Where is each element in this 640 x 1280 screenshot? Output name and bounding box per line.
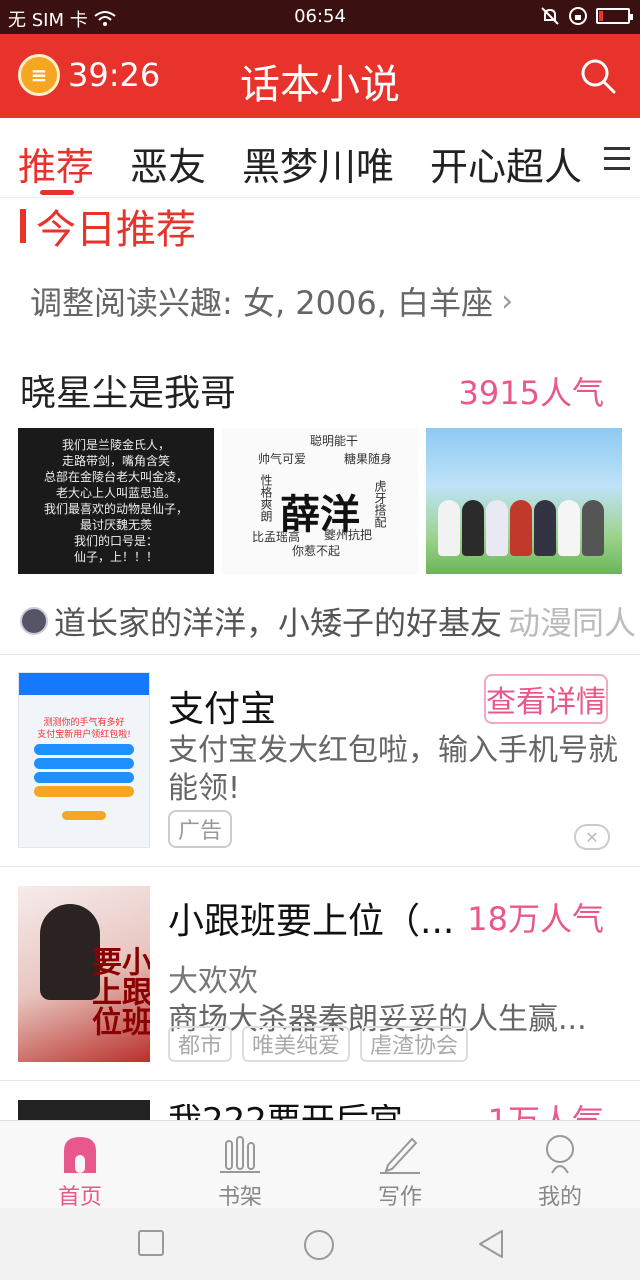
close-icon[interactable]: ✕	[574, 824, 610, 850]
next-book-cover[interactable]	[18, 1100, 150, 1120]
featured-title[interactable]: 晓星尘是我哥	[20, 364, 236, 416]
featured-image-word-cloud: 聪明能干 帅气可爱 糖果随身 虎牙搭配 比孟瑶高 夔州抗把 你惹不起 性格爽朗 …	[222, 428, 418, 574]
nav-profile[interactable]: 我的	[510, 1129, 610, 1211]
rotation-lock-icon	[569, 7, 587, 25]
book-cover[interactable]: 小跟班要上位	[18, 886, 150, 1062]
nav-label: 首页	[57, 1185, 102, 1210]
bottom-nav: 首页 书架 写作 我的	[0, 1120, 640, 1211]
divider	[0, 1080, 640, 1081]
back-icon[interactable]	[476, 1228, 506, 1260]
tab-item[interactable]: 恶友	[130, 136, 206, 191]
bookshelf-icon	[220, 1136, 260, 1173]
tag[interactable]: 唯美纯爱	[242, 1026, 351, 1062]
tab-recommend[interactable]: 推荐	[18, 136, 94, 191]
tab-item[interactable]: 开心超人	[430, 136, 582, 191]
recent-apps-icon[interactable]	[136, 1228, 166, 1258]
ad-image[interactable]: 测测你的手气有多好 支付宝新用户领红包啦!	[18, 672, 150, 848]
book-title[interactable]: 小跟班要上位（...	[168, 892, 454, 944]
app-header: ≡ 39:26 话本小说	[0, 34, 640, 118]
tab-menu-icon[interactable]	[594, 118, 640, 197]
nav-label: 写作	[377, 1185, 422, 1210]
status-bar: 无 SIM 卡 06:54	[0, 0, 640, 34]
divider	[0, 654, 640, 655]
tag[interactable]: 都市	[168, 1026, 233, 1062]
mute-bell-icon	[541, 7, 559, 25]
section-title: 今日推荐	[36, 207, 196, 253]
ad-description[interactable]: 支付宝发大红包啦，输入手机号就能领!	[168, 732, 624, 808]
avatar	[20, 607, 48, 635]
divider	[0, 866, 640, 867]
word: 糖果随身	[344, 452, 393, 466]
nav-label: 书架	[217, 1185, 262, 1210]
category-tabs: 推荐 恶友 黑梦川唯 开心超人	[0, 118, 640, 198]
pencil-icon	[380, 1137, 420, 1174]
book-popularity: 18万人气	[467, 900, 604, 938]
featured-image-text-card: 我们是兰陵金氏人， 走路带剑，嘴角含笑 总部在金陵台老大叫金凌， 老大心上人叫蓝…	[18, 428, 214, 574]
profile-icon	[546, 1135, 574, 1174]
featured-author-row[interactable]: 道长家的洋洋，小矮子的好基友 动漫同人	[20, 598, 636, 644]
featured-popularity: 3915人气	[458, 374, 604, 412]
status-right	[540, 6, 633, 26]
tag[interactable]: 虐渣协会	[360, 1026, 469, 1062]
app-title: 话本小说	[240, 62, 400, 108]
section-marker	[20, 209, 26, 243]
next-book-title[interactable]: 我222要开后宫	[168, 1104, 403, 1120]
active-tab-indicator	[40, 190, 74, 195]
battery-icon	[596, 8, 633, 24]
next-book-popularity: 1万人气	[488, 1104, 604, 1120]
book-cover-title: 小跟班要上位	[86, 946, 150, 1036]
home-icon	[64, 1137, 96, 1173]
featured-images[interactable]: 我们是兰陵金氏人， 走路带剑，嘴角含笑 总部在金陵台老大叫金凌， 老大心上人叫蓝…	[18, 428, 622, 574]
word-cloud-center: 薛洋	[280, 492, 360, 538]
system-nav-bar	[0, 1208, 640, 1280]
nav-label: 我的	[537, 1185, 582, 1210]
section-header: 今日推荐	[20, 202, 196, 253]
home-button-icon[interactable]	[302, 1228, 336, 1262]
nav-write[interactable]: 写作	[350, 1129, 450, 1211]
featured-category: 动漫同人	[508, 604, 637, 642]
ad-title[interactable]: 支付宝	[168, 680, 276, 732]
nav-home[interactable]: 首页	[30, 1129, 130, 1211]
featured-description: 道长家的洋洋，小矮子的好基友	[54, 604, 503, 642]
word: 虎牙搭配	[373, 480, 387, 528]
nav-bookshelf[interactable]: 书架	[190, 1129, 290, 1211]
ad-image-text: 测测你的手气有多好 支付宝新用户领红包啦!	[37, 718, 131, 740]
word: 你惹不起	[292, 544, 341, 558]
word: 聪明能干	[310, 434, 359, 448]
ad-badge: 广告	[168, 810, 233, 848]
tab-item[interactable]: 黑梦川唯	[242, 136, 394, 191]
chevron-right-icon: ›	[501, 283, 514, 319]
book-tags: 都市 唯美纯爱 虐渣协会	[168, 1026, 469, 1062]
interest-text: 调整阅读兴趣: 女, 2006, 白羊座	[30, 284, 494, 322]
word: 性格爽朗	[259, 474, 273, 522]
featured-image-anime-group	[426, 428, 622, 574]
view-details-button[interactable]: 查看详情	[484, 674, 608, 724]
search-icon[interactable]	[578, 56, 618, 96]
word: 帅气可爱	[258, 452, 307, 466]
adjust-interest-link[interactable]: 调整阅读兴趣: 女, 2006, 白羊座 ›	[30, 278, 513, 324]
